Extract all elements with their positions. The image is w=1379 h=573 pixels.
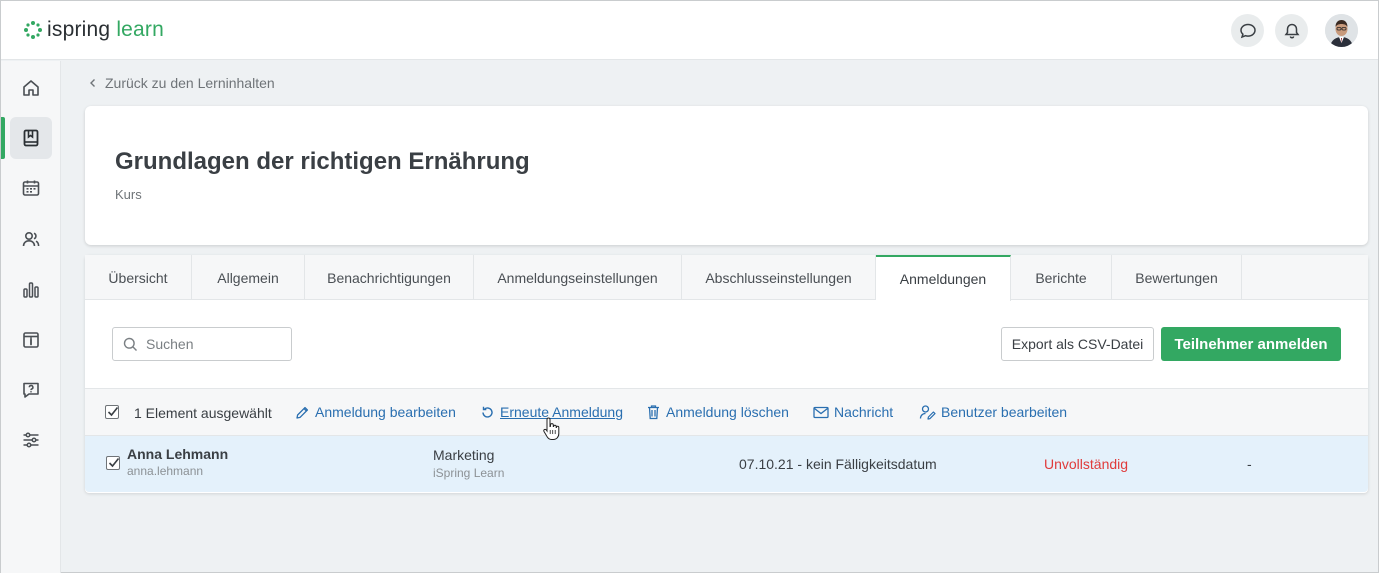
home-icon [23, 80, 39, 96]
page-title: Grundlagen der richtigen Ernährung [115, 148, 530, 175]
delete-enrollment-label: Anmeldung löschen [666, 404, 789, 420]
tab-ratings[interactable]: Bewertungen [1112, 255, 1242, 300]
chevron-left-icon [90, 79, 95, 87]
logo-text-primary: ispring [47, 18, 111, 41]
search-icon [123, 337, 137, 351]
tab-enrollment-settings[interactable]: Anmeldungseinstellungen [474, 255, 682, 300]
chat-icon [1239, 23, 1256, 38]
delete-enrollment-action[interactable]: Anmeldung löschen [646, 404, 789, 420]
tab-enrollments[interactable]: Anmeldungen [876, 255, 1011, 301]
edit-enrollment-action[interactable]: Anmeldung bearbeiten [295, 404, 456, 420]
sidebar-item-help[interactable] [10, 369, 52, 411]
app-logo[interactable]: ispring learn [23, 18, 164, 42]
chat-button[interactable] [1231, 14, 1264, 47]
tab-overview[interactable]: Übersicht [85, 255, 192, 300]
table-row[interactable]: Anna Lehmann anna.lehmann Marketing iSpr… [85, 436, 1368, 492]
settings-sliders-icon [23, 432, 39, 448]
help-question-icon [23, 382, 39, 398]
refresh-icon [482, 406, 493, 418]
notifications-button[interactable] [1275, 14, 1308, 47]
enrollment-dates: 07.10.21 - kein Fälligkeitsdatum [739, 456, 937, 472]
ispring-logo-icon [24, 21, 42, 39]
calendar-icon [22, 180, 40, 196]
sidebar-item-reports[interactable] [10, 269, 52, 311]
select-all-checkbox[interactable] [105, 405, 119, 419]
logo-text-secondary: learn [116, 18, 165, 41]
trash-icon [648, 405, 659, 420]
user-name[interactable]: Anna Lehmann [127, 446, 228, 462]
enrollments-panel: Übersicht Allgemein Benachrichtigungen A… [85, 255, 1368, 493]
user-edit-icon [919, 405, 936, 420]
bulk-actions-bar: 1 Element ausgewählt Anmeldung bearbeite… [85, 388, 1368, 436]
user-avatar[interactable] [1325, 14, 1358, 47]
pencil-icon [296, 406, 309, 419]
selection-count: 1 Element ausgewählt [134, 405, 272, 421]
course-header-card: Grundlagen der richtigen Ernährung Kurs [85, 106, 1368, 245]
edit-user-action[interactable]: Benutzer bearbeiten [919, 404, 1067, 420]
search-input[interactable] [146, 336, 286, 352]
checkmark-icon [108, 458, 120, 468]
reenroll-label: Erneute Anmeldung [500, 404, 623, 420]
department-cell: Marketing iSpring Learn [433, 447, 504, 480]
tab-completion-settings[interactable]: Abschlusseinstellungen [682, 255, 876, 300]
course-book-icon [23, 129, 39, 147]
sidebar-item-calendar[interactable] [10, 167, 52, 209]
users-icon [22, 231, 40, 247]
mail-icon [813, 406, 829, 418]
breadcrumb-back-link[interactable]: Zurück zu den Lerninhalten [105, 75, 275, 91]
message-action[interactable]: Nachricht [813, 404, 893, 420]
row-extra-value: - [1247, 456, 1252, 472]
search-box[interactable] [112, 327, 292, 361]
sidebar-item-settings[interactable] [10, 419, 52, 461]
bell-icon [1284, 23, 1299, 39]
avatar-image [1325, 14, 1358, 47]
content-type-label: Kurs [115, 187, 142, 202]
reports-chart-icon [23, 282, 39, 298]
sidebar-item-info[interactable] [10, 319, 52, 361]
status-badge: Unvollständig [1044, 456, 1129, 472]
tab-reports[interactable]: Berichte [1011, 255, 1112, 300]
hand-cursor-icon [543, 417, 560, 440]
edit-user-label: Benutzer bearbeiten [941, 404, 1068, 420]
sidebar-item-courses[interactable] [10, 117, 52, 159]
top-bar: ispring learn [1, 1, 1378, 60]
row-checkbox[interactable] [106, 456, 120, 470]
sidebar-active-indicator [1, 117, 5, 159]
sidebar-item-home[interactable] [10, 67, 52, 109]
organization-name: iSpring Learn [433, 466, 505, 480]
sidebar [1, 61, 61, 573]
user-login: anna.lehmann [127, 464, 204, 478]
message-label: Nachricht [834, 404, 894, 420]
export-csv-button[interactable]: Export als CSV-Datei [1001, 327, 1154, 361]
enroll-participants-button[interactable]: Teilnehmer anmelden [1161, 327, 1341, 361]
sidebar-item-users[interactable] [10, 218, 52, 260]
department-name: Marketing [433, 447, 495, 463]
user-cell[interactable]: Anna Lehmann anna.lehmann [127, 446, 228, 478]
breadcrumb[interactable]: Zurück zu den Lerninhalten [89, 75, 275, 91]
tab-general[interactable]: Allgemein [192, 255, 305, 300]
tab-notifications[interactable]: Benachrichtigungen [305, 255, 474, 300]
checkmark-icon [107, 407, 119, 417]
info-board-icon [23, 332, 39, 348]
tab-bar: Übersicht Allgemein Benachrichtigungen A… [85, 255, 1368, 301]
edit-enrollment-label: Anmeldung bearbeiten [315, 404, 456, 420]
